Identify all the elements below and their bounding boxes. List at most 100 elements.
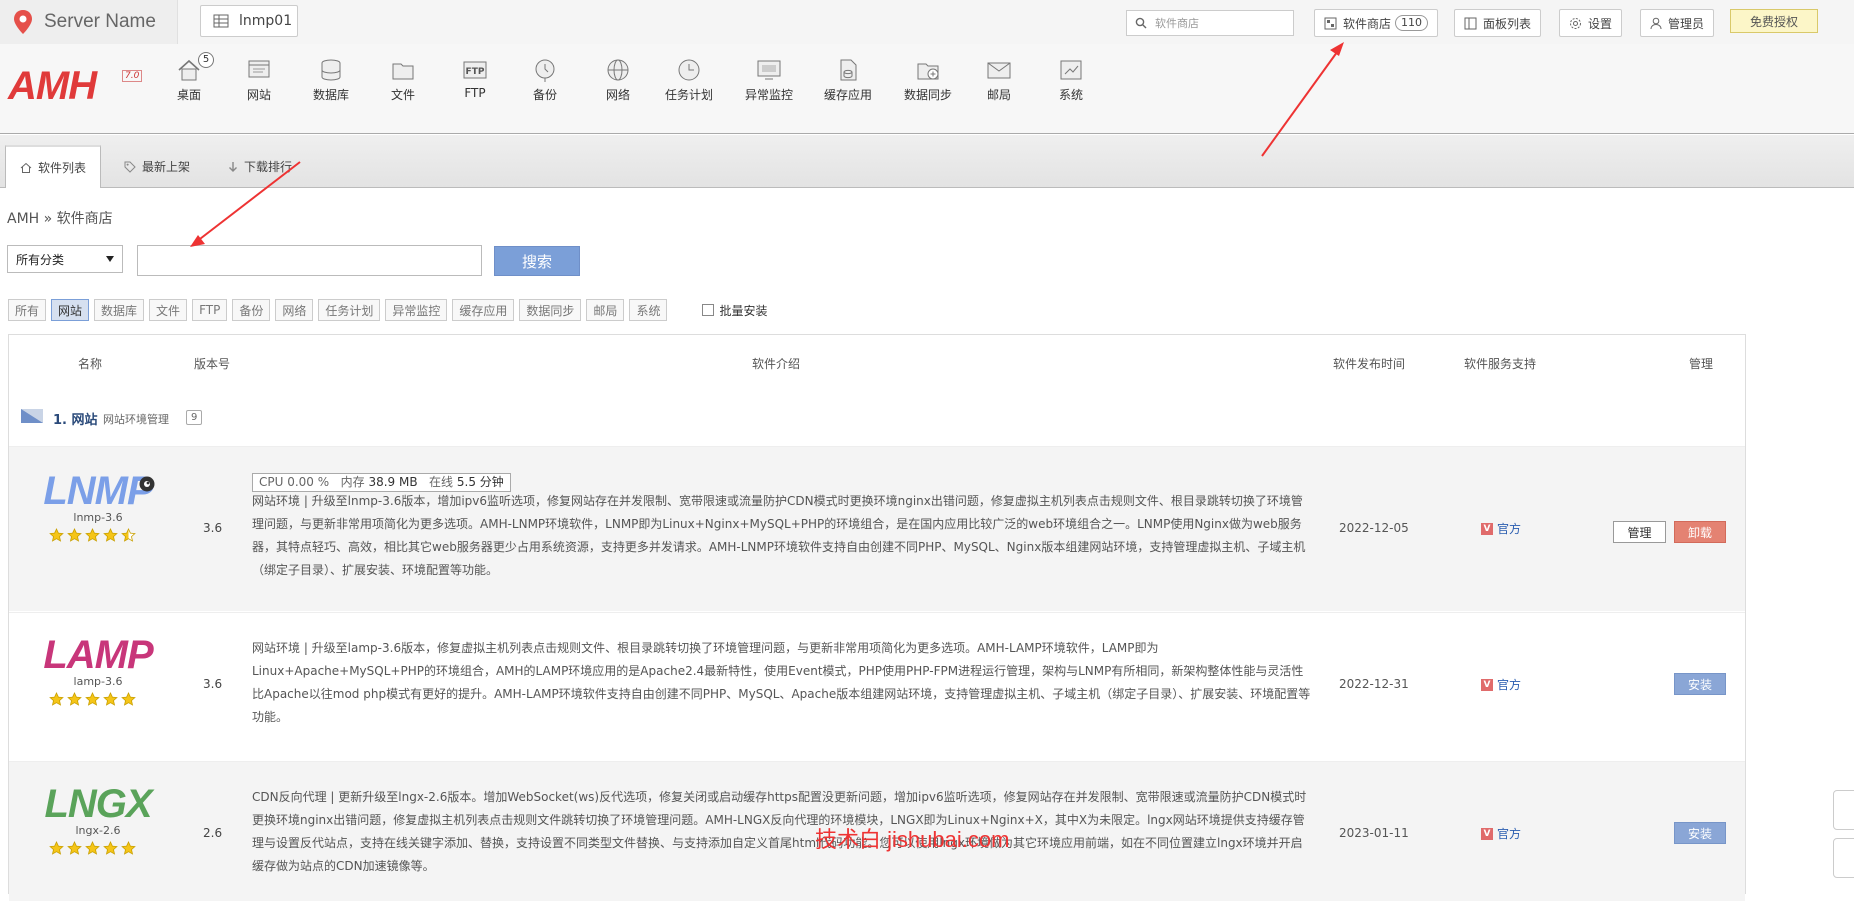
settings-button[interactable]: 设置 xyxy=(1559,9,1623,37)
manage-button[interactable]: 管理 xyxy=(1613,521,1666,543)
store-icon xyxy=(1324,17,1337,29)
panel-list-button[interactable]: 面板列表 xyxy=(1454,9,1542,37)
filter-files[interactable]: 文件 xyxy=(149,299,188,321)
table-row: LAMP lamp-3.6 3.6 网站环境 | 升级至lamp-3.6版本，修… xyxy=(9,612,1745,760)
filter-database[interactable]: 数据库 xyxy=(94,299,145,321)
filter-monitor[interactable]: 异常监控 xyxy=(385,299,448,321)
software-name: lnmp-3.6 xyxy=(73,511,123,524)
service-support[interactable]: V 官方 xyxy=(1481,676,1521,693)
store-search-input[interactable]: 软件商店 xyxy=(1126,10,1294,36)
side-scroll-button[interactable] xyxy=(1833,838,1854,878)
software-description: CDN反向代理 | 更新升级至lngx-2.6版本。增加WebSocket(ws… xyxy=(252,790,1307,873)
install-button[interactable]: 安装 xyxy=(1674,822,1726,844)
software-version: 2.6 xyxy=(203,826,223,840)
nav-database[interactable]: 数据库 xyxy=(296,56,366,103)
filter-mail[interactable]: 邮局 xyxy=(586,299,625,321)
software-store-button[interactable]: 软件商店 110 xyxy=(1314,9,1439,37)
nav-label: 网站 xyxy=(246,88,271,102)
header-version: 版本号 xyxy=(194,357,231,371)
amh-version: 7.0 xyxy=(122,70,143,82)
backup-icon xyxy=(535,59,555,82)
lngx-logo: LNGX xyxy=(44,782,152,826)
nav-mail[interactable]: 邮局 xyxy=(964,56,1034,103)
header-manage: 管理 xyxy=(1689,357,1714,371)
panel-list-label: 面板列表 xyxy=(1483,16,1532,31)
nav-backup[interactable]: 备份 xyxy=(510,56,580,103)
filter-network[interactable]: 网络 xyxy=(275,299,314,321)
release-date: 2022-12-31 xyxy=(1339,677,1409,691)
nav-system[interactable]: 系统 xyxy=(1036,56,1106,103)
filter-all[interactable]: 所有 xyxy=(8,299,47,321)
mem-stat: 38.9 MB xyxy=(368,475,418,489)
v-icon: V xyxy=(1481,678,1493,691)
side-refresh-button[interactable] xyxy=(1833,790,1854,830)
tab-bar: 软件列表 最新上架 下载排行 xyxy=(0,135,1854,188)
main-nav: AMH 7.0 5 桌面 网站 数据库 文件 FTP FTP 备份 网络 任务计… xyxy=(0,44,1854,134)
filter-cache[interactable]: 缓存应用 xyxy=(452,299,515,321)
install-button[interactable]: 安装 xyxy=(1674,673,1726,695)
admin-button[interactable]: 管理员 xyxy=(1640,9,1715,37)
server-name-area[interactable]: Server Name xyxy=(0,0,178,44)
nav-sync[interactable]: 数据同步 xyxy=(893,56,963,103)
home-icon xyxy=(20,162,32,173)
filter-sync[interactable]: 数据同步 xyxy=(519,299,582,321)
nav-files[interactable]: 文件 xyxy=(368,56,438,103)
cache-icon xyxy=(840,59,857,81)
nav-monitor[interactable]: 异常监控 xyxy=(734,56,804,103)
search-button[interactable]: 搜索 xyxy=(494,246,580,276)
header-intro: 软件介绍 xyxy=(752,357,801,371)
filter-system[interactable]: 系统 xyxy=(629,299,668,321)
settings-label: 设置 xyxy=(1588,16,1613,31)
v-icon: V xyxy=(1481,827,1493,840)
group-flag-icon xyxy=(21,409,43,423)
category-value: 所有分类 xyxy=(16,252,65,267)
rating-stars xyxy=(49,528,136,543)
sync-icon xyxy=(917,63,939,80)
nav-cache[interactable]: 缓存应用 xyxy=(813,56,883,103)
server-select-button[interactable]: lnmp01 xyxy=(200,5,298,37)
cpu-stat: CPU 0.00 % xyxy=(259,475,330,489)
batch-install-toggle[interactable]: 批量安装 xyxy=(702,302,767,319)
tab-new-arrivals[interactable]: 最新上架 xyxy=(110,145,204,188)
tab-label: 下载排行 xyxy=(244,160,293,174)
nav-website[interactable]: 网站 xyxy=(224,56,294,103)
support-label: 官方 xyxy=(1497,522,1522,536)
category-select[interactable]: 所有分类 xyxy=(7,245,123,273)
star-icon xyxy=(85,841,100,855)
installed-icon xyxy=(139,476,155,492)
filter-ftp[interactable]: FTP xyxy=(192,299,228,321)
table-row: LNMP lnmp-3.6 3.6 CPU 0.00 % 内存 38.9 MB … xyxy=(9,446,1745,611)
rating-stars xyxy=(49,692,136,707)
filter-cron[interactable]: 任务计划 xyxy=(318,299,381,321)
filter-backup[interactable]: 备份 xyxy=(232,299,271,321)
nav-label: FTP xyxy=(464,86,486,100)
arrow-down-icon xyxy=(229,161,237,172)
online-label: 在线 xyxy=(429,475,454,489)
header-name: 名称 xyxy=(78,357,103,371)
support-label: 官方 xyxy=(1497,678,1522,692)
software-version: 3.6 xyxy=(203,521,223,535)
software-description: CPU 0.00 % 内存 38.9 MB 在线 5.5 分钟 网站环境 | 升… xyxy=(252,471,1314,582)
online-stat: 5.5 分钟 xyxy=(456,475,504,489)
star-icon xyxy=(67,841,82,855)
free-license-button[interactable]: 免费授权 xyxy=(1730,9,1818,33)
nav-network[interactable]: 网络 xyxy=(583,56,653,103)
nav-label: 桌面 xyxy=(176,88,201,102)
software-search-input[interactable] xyxy=(137,245,482,276)
store-count-badge: 110 xyxy=(1395,15,1429,31)
service-support[interactable]: V 官方 xyxy=(1481,825,1521,842)
nav-desktop[interactable]: 5 桌面 xyxy=(154,52,224,103)
service-support[interactable]: V 官方 xyxy=(1481,520,1521,537)
nav-cron[interactable]: 任务计划 xyxy=(654,56,724,103)
nav-label: 缓存应用 xyxy=(823,88,872,102)
tab-software-list[interactable]: 软件列表 xyxy=(5,145,101,188)
group-count: 9 xyxy=(186,410,203,425)
star-icon xyxy=(103,528,118,542)
svg-text:FTP: FTP xyxy=(466,67,485,77)
uninstall-button[interactable]: 卸载 xyxy=(1674,521,1726,543)
filter-website[interactable]: 网站 xyxy=(51,299,90,321)
tab-download-rank[interactable]: 下载排行 xyxy=(214,145,306,188)
nav-ftp[interactable]: FTP FTP xyxy=(440,56,510,100)
batch-install-checkbox[interactable] xyxy=(702,304,715,316)
nav-label: 文件 xyxy=(390,88,415,102)
